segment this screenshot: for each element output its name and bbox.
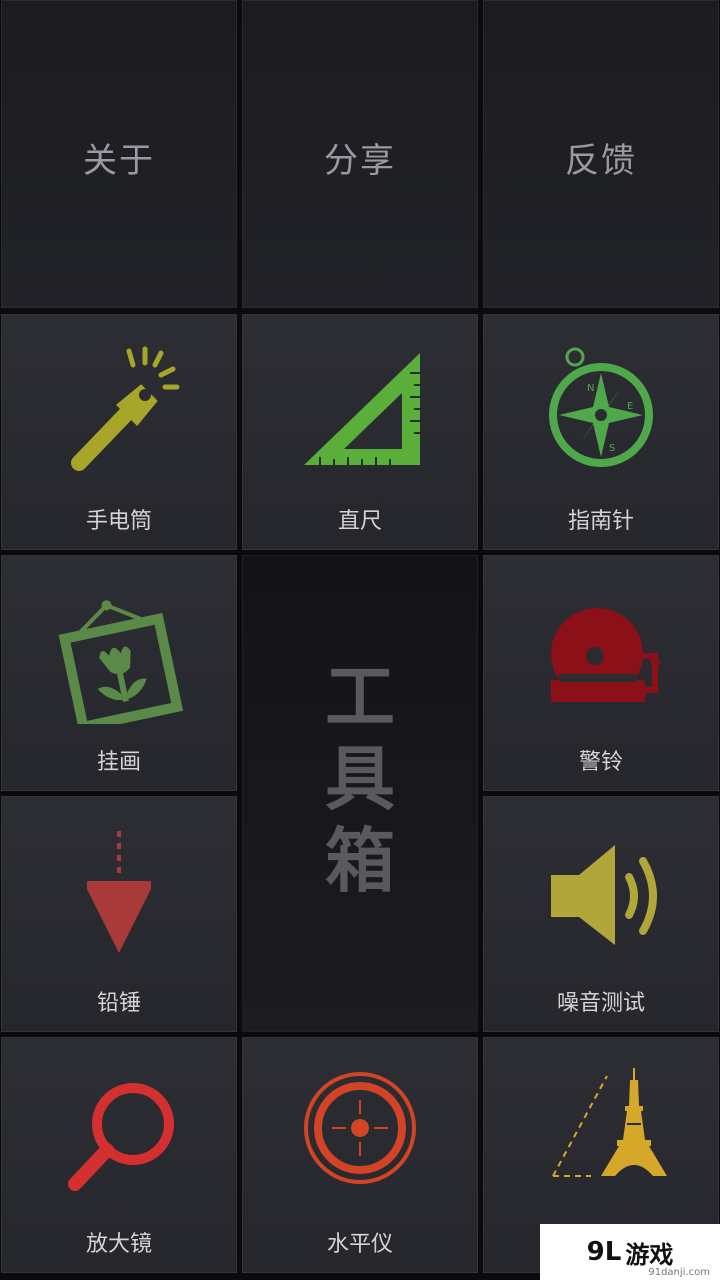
share-label: 分享 — [324, 141, 396, 181]
alarm-label: 警铃 — [578, 750, 623, 775]
svg-text:E: E — [627, 401, 633, 412]
toolbox-title: 工 具 箱 — [243, 656, 477, 902]
alarm-tile[interactable]: 警铃 — [483, 555, 719, 791]
ruler-label: 直尺 — [337, 509, 382, 534]
watermark-number: 9L — [586, 1237, 622, 1267]
svg-text:S: S — [609, 443, 615, 454]
level-tile[interactable]: 水平仪 — [242, 1037, 478, 1273]
noise-tile[interactable]: 噪音测试 — [483, 796, 719, 1032]
noise-label: 噪音测试 — [556, 991, 645, 1016]
eiffel-tower-icon — [552, 1068, 667, 1177]
about-label: 关于 — [83, 141, 155, 181]
flashlight-tile[interactable]: 手电筒 — [1, 314, 237, 550]
about-tile[interactable]: 关于 — [1, 0, 237, 308]
title-char: 工 — [325, 655, 395, 738]
title-char: 箱 — [325, 819, 395, 902]
speaker-icon — [551, 845, 657, 945]
plumb-tile[interactable]: 铅锤 — [1, 796, 237, 1032]
feedback-label: 反馈 — [565, 141, 637, 181]
magnifier-icon — [68, 1083, 174, 1191]
level-target-icon — [304, 1072, 416, 1184]
ruler-icon — [304, 353, 420, 465]
title-char: 具 — [325, 737, 395, 820]
hang-picture-label: 挂画 — [96, 750, 141, 775]
compass-tile[interactable]: N S E 指南针 — [483, 314, 719, 550]
share-tile[interactable]: 分享 — [242, 0, 478, 308]
plumb-label: 铅锤 — [96, 991, 141, 1016]
flashlight-icon — [71, 346, 180, 471]
alarm-bell-icon — [551, 608, 660, 702]
ruler-tile[interactable]: 直尺 — [242, 314, 478, 550]
flashlight-label: 手电筒 — [85, 509, 152, 534]
compass-label: 指南针 — [567, 509, 634, 534]
watermark-site: 91danji.com — [648, 1267, 710, 1278]
svg-text:N: N — [587, 383, 594, 394]
picture-frame-icon — [58, 600, 184, 724]
magnifier-tile[interactable]: 放大镜 — [1, 1037, 237, 1273]
hang-picture-tile[interactable]: 挂画 — [1, 555, 237, 791]
watermark-text: 游戏 — [625, 1240, 674, 1269]
magnifier-label: 放大镜 — [85, 1232, 152, 1257]
toolbox-title-tile: 工 具 箱 — [242, 555, 478, 1032]
feedback-tile[interactable]: 反馈 — [483, 0, 719, 308]
watermark-badge: 9L 游戏 91danji.com — [540, 1224, 720, 1280]
level-label: 水平仪 — [326, 1232, 393, 1257]
compass-icon: N S E — [549, 347, 653, 467]
plumb-bob-icon — [87, 831, 151, 953]
